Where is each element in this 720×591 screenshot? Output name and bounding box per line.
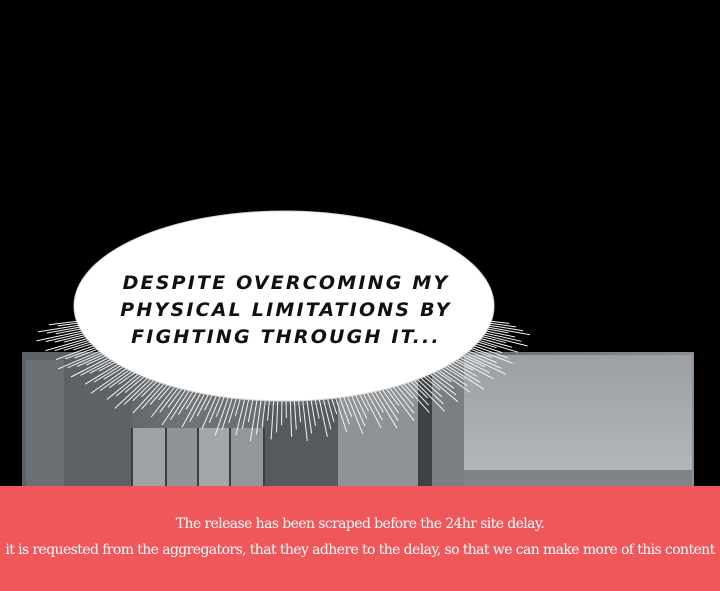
speech-line: DESPITE OVERCOMING MY xyxy=(122,272,450,294)
comic-page: DESPITE OVERCOMING MY PHYSICAL LIMITATIO… xyxy=(0,0,720,591)
speech-bubble-text: DESPITE OVERCOMING MY PHYSICAL LIMITATIO… xyxy=(96,270,476,351)
scraper-notice-banner: The release has been scraped before the … xyxy=(0,486,720,591)
speech-line: FIGHTING THROUGH IT... xyxy=(131,326,441,348)
notice-line-1: The release has been scraped before the … xyxy=(175,516,545,532)
notice-line-2: it is requested from the aggregators, th… xyxy=(5,542,715,558)
speech-line: PHYSICAL LIMITATIONS BY xyxy=(120,299,452,321)
